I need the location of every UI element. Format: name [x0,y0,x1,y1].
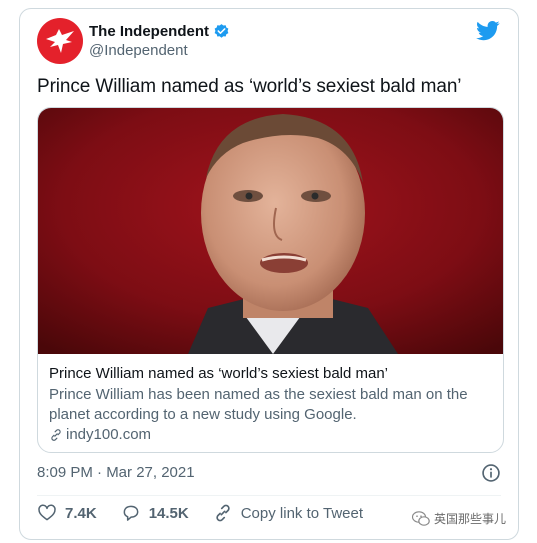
divider [37,495,501,496]
watermark: 英国那些事儿 [412,510,506,527]
reply-count: 14.5K [148,504,189,522]
tweet-actions: 7.4K 14.5K Copy link to Tweet [37,503,387,523]
author-name-row[interactable]: The Independent [89,23,230,40]
twitter-bird-icon[interactable] [476,21,500,41]
link-description: Prince William has been named as the sex… [49,386,468,423]
watermark-text: 英国那些事儿 [434,512,507,526]
heart-icon [38,504,56,521]
copy-link-label: Copy link to Tweet [240,504,364,522]
tweet-timestamp[interactable]: 8:09 PM · Mar 27, 2021 [37,464,195,481]
tweet-text: Prince William named as ‘world’s sexiest… [37,76,462,97]
link-domain-row: indy100.com [49,426,151,443]
like-button[interactable]: 7.4K [37,503,97,523]
copy-link-button[interactable]: Copy link to Tweet [213,503,363,523]
reply-button[interactable]: 14.5K [121,503,189,523]
copy-link-icon [216,504,230,522]
link-title: Prince William named as ‘world’s sexiest… [49,365,389,382]
article-photo [38,108,503,354]
verified-badge-icon [214,24,229,38]
link-icon [51,428,61,441]
link-domain: indy100.com [66,426,152,443]
author-handle[interactable]: @Independent [89,42,188,59]
independent-eagle-logo [46,29,74,53]
author-avatar[interactable] [37,18,83,64]
link-preview-card[interactable]: Prince William named as ‘world’s sexiest… [37,107,504,453]
wechat-icon [412,510,430,526]
author-name: The Independent [89,23,209,40]
info-icon[interactable] [481,463,501,483]
reply-icon [123,505,139,521]
embedded-tweet-card: The Independent @Independent Prince Will… [19,8,519,540]
like-count: 7.4K [65,504,97,522]
